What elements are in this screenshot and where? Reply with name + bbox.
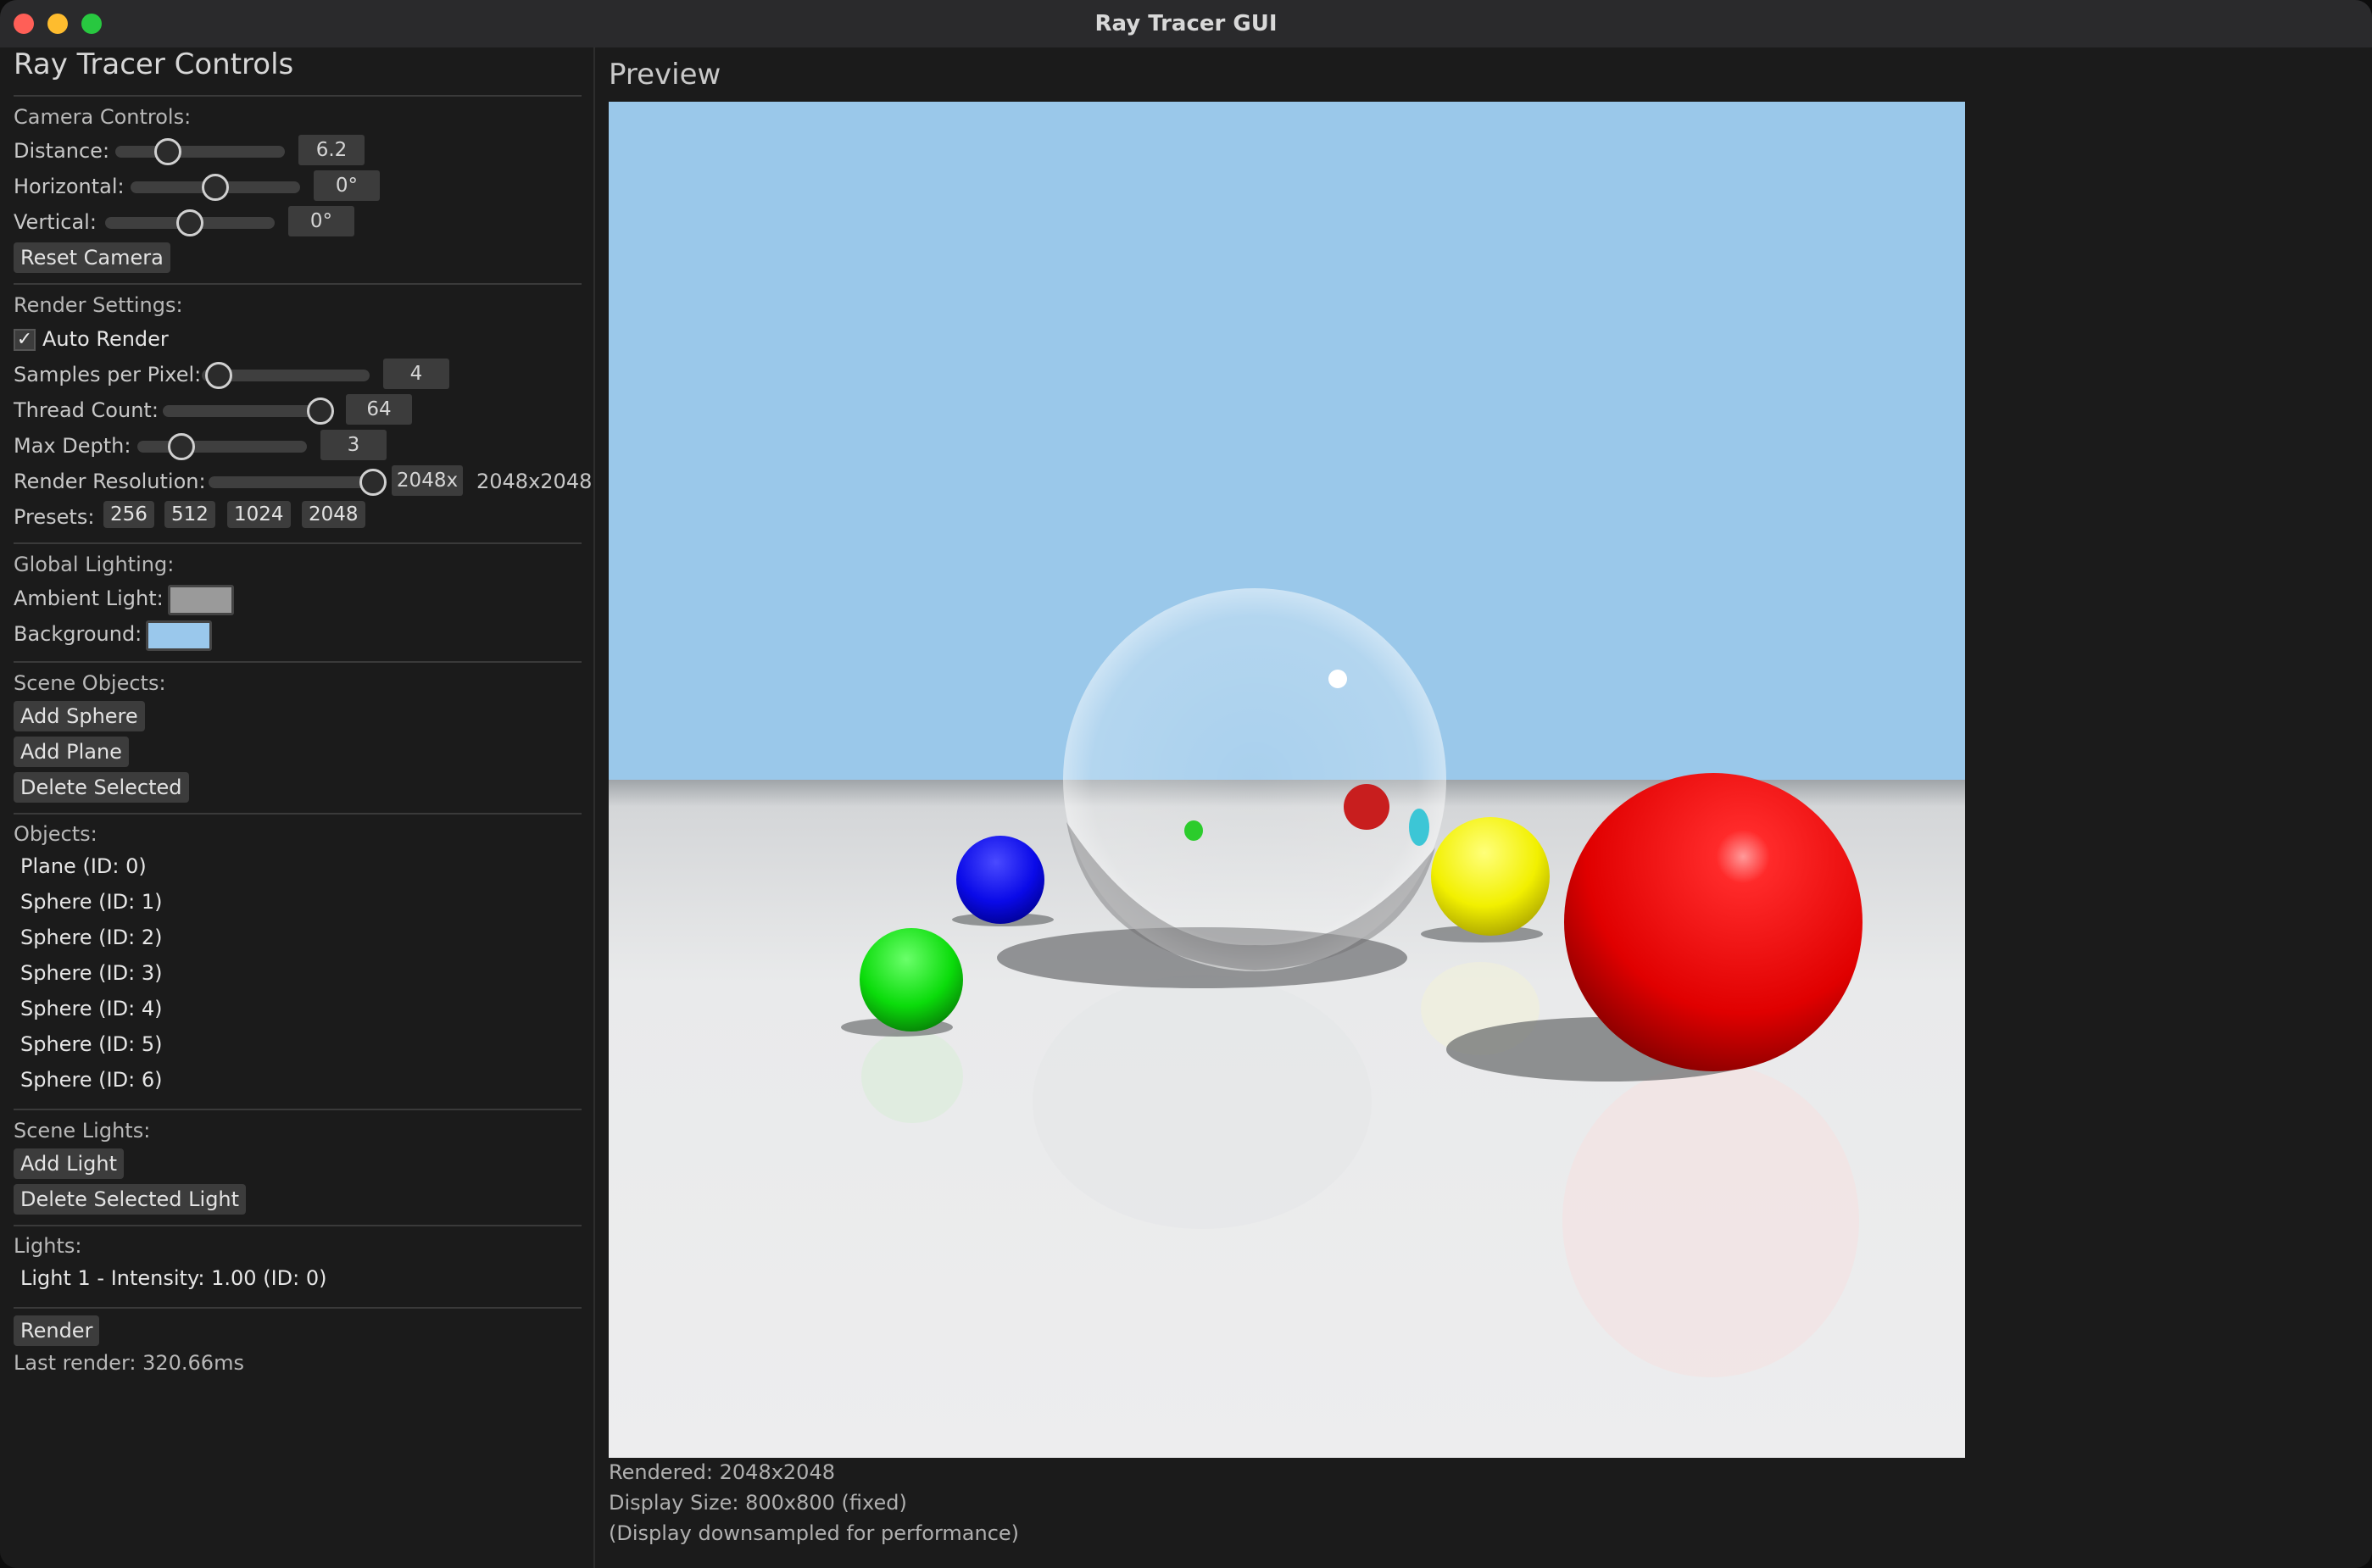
preset-2048-button[interactable]: 2048	[302, 501, 365, 528]
horizontal-slider-handle[interactable]	[202, 174, 229, 201]
horizontal-value[interactable]: 0°	[314, 170, 380, 201]
render-settings-label: Render Settings:	[14, 293, 183, 317]
vertical-label: Vertical:	[14, 210, 97, 234]
add-light-button[interactable]: Add Light	[14, 1148, 124, 1179]
green-sphere	[860, 928, 963, 1031]
distance-slider-handle[interactable]	[154, 138, 181, 165]
auto-render-checkbox[interactable]: ✓	[14, 329, 36, 351]
vertical-slider[interactable]	[105, 209, 275, 236]
add-sphere-button[interactable]: Add Sphere	[14, 701, 145, 731]
render-preview-image[interactable]	[609, 102, 1965, 1458]
render-resolution-value[interactable]: 2048x	[392, 465, 463, 496]
max-depth-slider-handle[interactable]	[168, 433, 195, 460]
preset-512-button[interactable]: 512	[164, 501, 215, 528]
divider	[14, 1225, 582, 1226]
background-label: Background:	[14, 622, 142, 646]
render-button[interactable]: Render	[14, 1315, 100, 1346]
samples-label: Samples per Pixel:	[14, 363, 202, 386]
yellow-sphere	[1431, 817, 1550, 936]
display-size-info: Display Size: 800x800 (fixed)	[609, 1491, 907, 1515]
red-sphere-reflection	[1562, 1064, 1859, 1377]
render-resolution-slider[interactable]	[209, 469, 387, 496]
preset-256-button[interactable]: 256	[103, 501, 154, 528]
scene-lights-label: Scene Lights:	[14, 1119, 151, 1143]
ambient-light-color-swatch[interactable]	[168, 585, 234, 615]
thread-count-slider-handle[interactable]	[307, 398, 334, 425]
samples-value[interactable]: 4	[383, 359, 449, 389]
render-resolution-display: 2048x2048	[476, 470, 593, 493]
samples-slider[interactable]	[202, 362, 370, 389]
green-sphere-reflection	[861, 1030, 963, 1123]
camera-controls-label: Camera Controls:	[14, 105, 192, 129]
app-window: Ray Tracer GUI Ray Tracer Controls Camer…	[0, 0, 2372, 1568]
samples-slider-handle[interactable]	[204, 362, 232, 389]
object-item-sphere-6[interactable]: Sphere (ID: 6)	[20, 1068, 162, 1092]
divider	[14, 661, 582, 663]
object-item-plane-0[interactable]: Plane (ID: 0)	[20, 854, 147, 878]
max-depth-label: Max Depth:	[14, 434, 131, 458]
object-item-sphere-2[interactable]: Sphere (ID: 2)	[20, 926, 162, 949]
object-item-sphere-4[interactable]: Sphere (ID: 4)	[20, 997, 162, 1020]
reset-camera-button[interactable]: Reset Camera	[14, 242, 170, 273]
glass-sphere-reflection	[1033, 975, 1372, 1229]
render-resolution-slider-handle[interactable]	[359, 469, 387, 496]
vertical-slider-handle[interactable]	[176, 209, 203, 236]
window-title: Ray Tracer GUI	[1094, 11, 1278, 36]
ambient-light-label: Ambient Light:	[14, 587, 164, 610]
objects-label: Objects:	[14, 822, 97, 846]
refracted-cyan-sphere	[1409, 809, 1429, 846]
horizontal-slider[interactable]	[131, 174, 300, 201]
controls-panel: Ray Tracer Controls Camera Controls: Dis…	[0, 47, 595, 1568]
delete-selected-light-button[interactable]: Delete Selected Light	[14, 1184, 247, 1215]
title-bar: Ray Tracer GUI	[0, 0, 2372, 48]
distance-label: Distance:	[14, 139, 110, 163]
divider	[14, 542, 582, 544]
distance-slider[interactable]	[115, 138, 285, 165]
horizontal-label: Horizontal:	[14, 175, 125, 198]
divider	[14, 1109, 582, 1110]
render-resolution-label: Render Resolution:	[14, 470, 206, 493]
max-depth-value[interactable]: 3	[320, 430, 387, 460]
presets-label: Presets:	[14, 505, 95, 529]
thread-count-label: Thread Count:	[14, 398, 159, 422]
controls-heading: Ray Tracer Controls	[14, 47, 294, 81]
background-color-swatch[interactable]	[146, 620, 212, 651]
last-render-status: Last render: 320.66ms	[14, 1351, 244, 1375]
max-depth-slider[interactable]	[137, 433, 307, 460]
divider	[14, 813, 582, 815]
distance-value[interactable]: 6.2	[298, 135, 365, 165]
object-item-sphere-3[interactable]: Sphere (ID: 3)	[20, 961, 162, 985]
vertical-value[interactable]: 0°	[288, 206, 354, 236]
red-sphere	[1564, 773, 1863, 1071]
object-item-sphere-1[interactable]: Sphere (ID: 1)	[20, 890, 162, 914]
scene-objects-label: Scene Objects:	[14, 671, 166, 695]
delete-selected-button[interactable]: Delete Selected	[14, 772, 189, 803]
thread-count-value[interactable]: 64	[346, 394, 412, 425]
auto-render-label: Auto Render	[42, 327, 169, 351]
preview-title: Preview	[609, 58, 721, 92]
refracted-red-sphere	[1344, 784, 1389, 830]
thread-count-slider[interactable]	[163, 398, 334, 425]
add-plane-button[interactable]: Add Plane	[14, 737, 129, 767]
refracted-green-sphere	[1184, 820, 1203, 841]
rendered-resolution-info: Rendered: 2048x2048	[609, 1460, 835, 1484]
preset-1024-button[interactable]: 1024	[227, 501, 291, 528]
divider	[14, 95, 582, 97]
lights-label: Lights:	[14, 1234, 82, 1258]
preview-panel: Preview Rendered: 2048x2048 Display Size…	[595, 47, 2372, 1568]
light-item-0[interactable]: Light 1 - Intensity: 1.00 (ID: 0)	[20, 1266, 326, 1290]
blue-sphere	[956, 836, 1044, 924]
specular-highlight	[1328, 670, 1347, 688]
divider	[14, 1307, 582, 1309]
object-item-sphere-5[interactable]: Sphere (ID: 5)	[20, 1032, 162, 1056]
divider	[14, 283, 582, 285]
global-lighting-label: Global Lighting:	[14, 553, 175, 576]
downsample-note: (Display downsampled for performance)	[609, 1521, 1020, 1545]
